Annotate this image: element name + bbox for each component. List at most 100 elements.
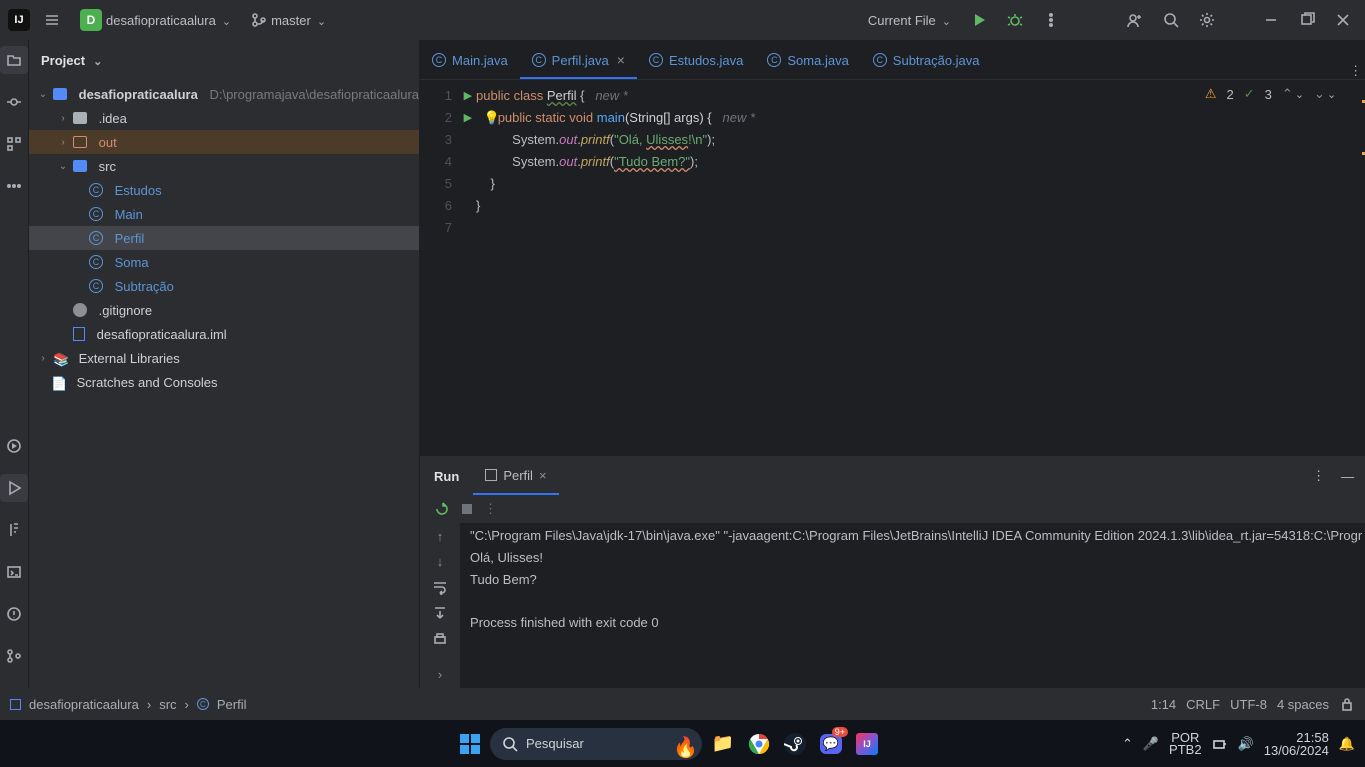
run-gutter-icon[interactable]: ▶ — [464, 85, 472, 107]
tree-external-libraries[interactable]: ›📚 External Libraries — [29, 346, 419, 370]
tab-soma[interactable]: CSoma.java — [755, 43, 860, 79]
bookmarks-tool-button[interactable] — [0, 516, 28, 544]
vcs-branch[interactable]: master — [245, 8, 332, 32]
terminal-tool-button[interactable] — [0, 558, 28, 586]
source-folder-icon — [73, 160, 87, 172]
run-toolbar-more[interactable]: ⋮ — [484, 501, 497, 517]
tree-file-perfil[interactable]: C Perfil — [29, 226, 419, 250]
readonly-lock-icon[interactable] — [1339, 696, 1355, 712]
tree-scratches[interactable]: 📄 Scratches and Consoles — [29, 370, 419, 394]
services-tool-button[interactable] — [0, 432, 28, 460]
vcs-tool-button[interactable] — [0, 642, 28, 670]
close-tab-icon[interactable]: × — [617, 52, 625, 68]
run-panel: Run Perfil × ⋮ — ⋮ ↑ ↓ — [420, 456, 1365, 688]
chrome-icon[interactable] — [744, 729, 774, 759]
run-gutter-icon[interactable]: ▶ — [464, 107, 472, 129]
intellij-taskbar-icon[interactable]: IJ — [852, 729, 882, 759]
tab-subtracao[interactable]: CSubtração.java — [861, 43, 992, 79]
code-area[interactable]: 1▶ 2▶💡 34567 public class Perfil { new *… — [420, 80, 1365, 456]
tree-label: Main — [115, 207, 143, 222]
expand-icon[interactable]: › — [438, 667, 442, 688]
tray-chevron-icon[interactable]: ⌃ — [1122, 736, 1133, 752]
hamburger-menu[interactable] — [38, 8, 66, 32]
discord-icon[interactable]: 💬9+ — [816, 729, 846, 759]
network-icon[interactable] — [1212, 736, 1228, 752]
tab-perfil[interactable]: CPerfil.java× — [520, 43, 637, 79]
down-icon[interactable]: ↓ — [437, 554, 444, 569]
taskbar-clock[interactable]: 21:5813/06/2024 — [1264, 731, 1329, 757]
up-icon[interactable]: ↑ — [437, 529, 444, 544]
code-text[interactable]: public class Perfil { new * public stati… — [476, 80, 1358, 456]
tree-file-main[interactable]: C Main — [29, 202, 419, 226]
error-stripe[interactable] — [1358, 80, 1365, 456]
java-class-icon: C — [873, 53, 887, 67]
tree-folder-idea[interactable]: › .idea — [29, 106, 419, 130]
java-class-icon: C — [89, 255, 103, 269]
volume-icon[interactable]: 🔊 — [1238, 736, 1254, 752]
maximize-button[interactable] — [1293, 8, 1321, 32]
soft-wrap-icon[interactable] — [432, 579, 448, 595]
tab-estudos[interactable]: CEstudos.java — [637, 43, 755, 79]
tree-label: Perfil — [115, 231, 145, 246]
mic-icon[interactable]: 🎤 — [1143, 736, 1159, 752]
settings-icon[interactable] — [1193, 8, 1221, 32]
bulb-icon[interactable]: 💡 — [484, 107, 500, 129]
print-icon[interactable] — [432, 631, 448, 647]
structure-tool-button[interactable] — [0, 130, 28, 158]
encoding[interactable]: UTF-8 — [1230, 697, 1267, 712]
caret-position[interactable]: 1:14 — [1151, 697, 1176, 712]
more-actions[interactable] — [1037, 8, 1065, 32]
tree-file-iml[interactable]: desafiopraticaalura.iml — [29, 322, 419, 346]
rerun-button[interactable] — [434, 501, 450, 517]
system-tray[interactable]: ⌃ 🎤 PORPTB2 🔊 21:5813/06/2024 🔔 — [1122, 731, 1355, 757]
crumb-3: Perfil — [217, 697, 247, 712]
tree-folder-out[interactable]: › out — [29, 130, 419, 154]
problems-tool-button[interactable] — [0, 600, 28, 628]
tree-file-soma[interactable]: C Soma — [29, 250, 419, 274]
project-selector[interactable]: D desafiopraticaalura — [74, 5, 237, 35]
project-name: desafiopraticaalura — [106, 13, 216, 28]
tree-file-gitignore[interactable]: .gitignore — [29, 298, 419, 322]
run-config-selector[interactable]: Current File — [862, 9, 957, 32]
run-tab[interactable]: Perfil × — [473, 457, 558, 495]
java-class-icon: C — [89, 231, 103, 245]
chevron-up-icon[interactable]: ⌃ — [1282, 86, 1304, 102]
close-button[interactable] — [1329, 8, 1357, 32]
more-tool-button[interactable] — [0, 172, 28, 200]
notification-bell-icon[interactable]: 🔔 — [1339, 736, 1355, 752]
breadcrumb[interactable]: desafiopraticaalura› src› C Perfil — [10, 697, 247, 712]
search-icon[interactable] — [1157, 8, 1185, 32]
commit-tool-button[interactable] — [0, 88, 28, 116]
run-hide[interactable]: — — [1333, 469, 1362, 484]
tree-label: External Libraries — [79, 351, 180, 366]
explorer-icon[interactable]: 📁 — [708, 729, 738, 759]
close-icon[interactable]: × — [539, 468, 547, 483]
run-more[interactable]: ⋮ — [1304, 468, 1333, 484]
taskbar-search[interactable]: Pesquisar 🔥 — [490, 728, 702, 760]
indent[interactable]: 4 spaces — [1277, 697, 1329, 712]
tabs-more[interactable]: ⋮ — [1339, 63, 1365, 79]
run-side-toolbar: ↑ ↓ › — [420, 523, 460, 688]
code-with-me-icon[interactable] — [1121, 8, 1149, 32]
project-panel-header[interactable]: Project — [29, 40, 419, 80]
debug-button[interactable] — [1001, 8, 1029, 32]
inspection-widget[interactable]: ⚠2 ✓3 ⌃⌄ — [1205, 86, 1336, 102]
tree-folder-src[interactable]: ⌄ src — [29, 154, 419, 178]
chevron-down-icon[interactable]: ⌄ — [1314, 86, 1336, 102]
tree-root[interactable]: ⌄ desafiopraticaalura D:\programajava\de… — [29, 82, 419, 106]
intellij-logo-icon: IJ — [8, 9, 30, 31]
run-button[interactable] — [965, 8, 993, 32]
minimize-button[interactable] — [1257, 8, 1285, 32]
tree-file-estudos[interactable]: C Estudos — [29, 178, 419, 202]
project-tool-button[interactable] — [0, 46, 28, 74]
start-button[interactable] — [456, 730, 484, 758]
run-toolbar: ⋮ — [420, 495, 1365, 523]
line-separator[interactable]: CRLF — [1186, 697, 1220, 712]
tree-file-subtracao[interactable]: C Subtração — [29, 274, 419, 298]
run-output[interactable]: "C:\Program Files\Java\jdk-17\bin\java.e… — [460, 523, 1365, 688]
scroll-to-end-icon[interactable] — [432, 605, 448, 621]
stop-button[interactable] — [460, 502, 474, 516]
tab-main[interactable]: CMain.java — [420, 43, 520, 79]
run-tool-button[interactable] — [0, 474, 28, 502]
steam-icon[interactable] — [780, 729, 810, 759]
